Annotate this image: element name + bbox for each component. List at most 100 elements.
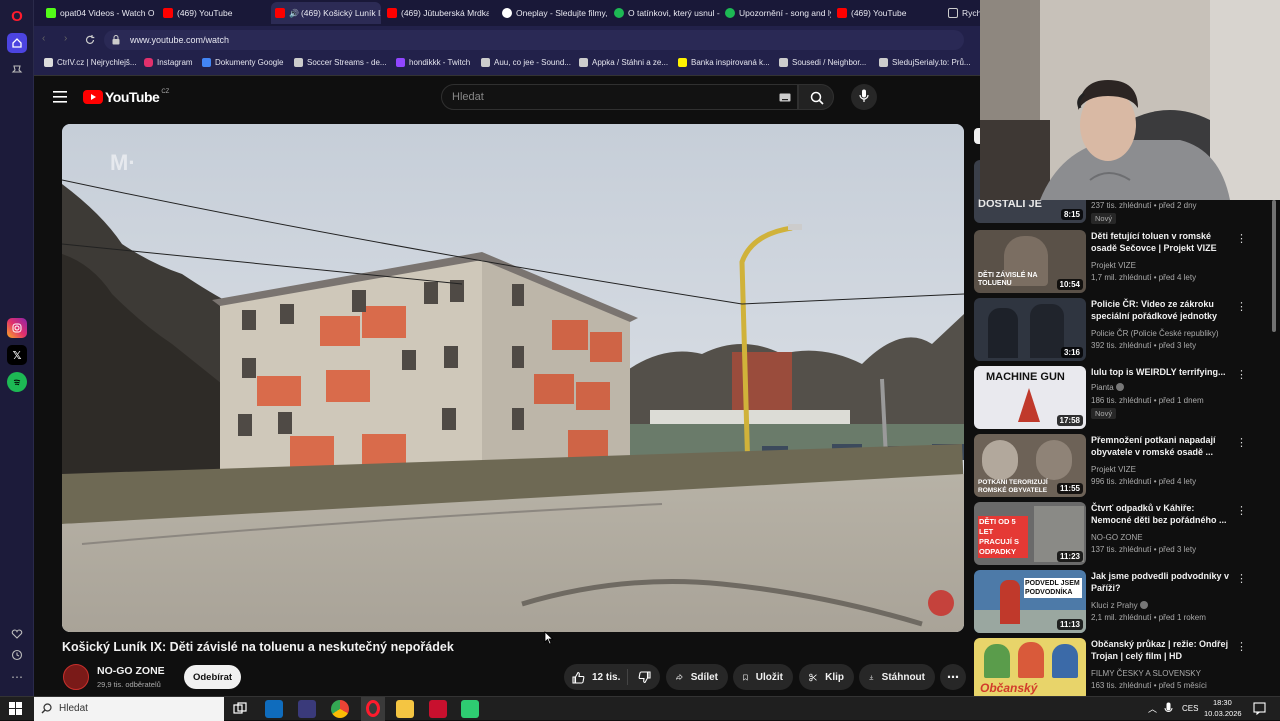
notifications-icon[interactable]: [1253, 702, 1266, 715]
video-title[interactable]: Děti fetující toluen v romské osadě Sečo…: [1091, 230, 1231, 254]
url-field[interactable]: www.youtube.com/watch: [104, 30, 964, 50]
search-input[interactable]: Hledat: [441, 84, 798, 110]
video-title[interactable]: Přemnožení potkani napadají obyvatele v …: [1091, 434, 1231, 458]
more-vertical-icon[interactable]: ⋮: [1236, 368, 1247, 381]
chrome-icon[interactable]: [331, 700, 349, 718]
tab[interactable]: opat04 Videos - Watch O: [42, 2, 157, 24]
recommendation-item[interactable]: DĚTI ZÁVISLÉ NA TOLUENU 10:54 Děti fetuj…: [974, 230, 1274, 294]
store-icon[interactable]: [298, 700, 316, 718]
more-vertical-icon[interactable]: ⋮: [1236, 572, 1247, 585]
channel-name[interactable]: NO-GO ZONE: [1091, 533, 1143, 542]
pin-icon[interactable]: [7, 60, 27, 80]
app-icon[interactable]: [429, 700, 447, 718]
video-thumbnail[interactable]: PODVEDL JSEM PODVODNÍKA 11:13: [974, 570, 1086, 633]
video-thumbnail[interactable]: 3:16: [974, 298, 1086, 361]
clock-date[interactable]: 10.03.2026: [1204, 709, 1242, 718]
bookmark[interactable]: Dokumenty Google: [202, 58, 283, 67]
tab[interactable]: Rych: [944, 2, 980, 24]
x-twitter-icon[interactable]: 𝕏: [7, 345, 27, 365]
video-thumbnail[interactable]: Občanský: [974, 638, 1086, 701]
save-button[interactable]: Uložit: [733, 664, 793, 690]
channel-name[interactable]: Projekt VIZE: [1091, 465, 1136, 474]
recommendation-item[interactable]: MACHINE GUN 17:58 lulu top is WEIRDLY te…: [974, 366, 1274, 430]
search-button[interactable]: [798, 84, 834, 110]
reload-icon[interactable]: [84, 34, 96, 46]
video-thumbnail[interactable]: DĚTI OD 5 LET PRACUJÍ S ODPADKY 11:23: [974, 502, 1086, 565]
more-vertical-icon[interactable]: ⋮: [1236, 504, 1247, 517]
spotify-icon[interactable]: [7, 372, 27, 392]
opera-logo-icon[interactable]: O: [7, 6, 27, 26]
recommendation-item[interactable]: POTKANI TERORIZUJÍ ROMSKÉ OBYVATELE 11:5…: [974, 434, 1274, 498]
task-view-icon[interactable]: [233, 702, 247, 716]
dislike-button[interactable]: [628, 670, 660, 684]
video-title[interactable]: Policie ČR: Video ze zákroku speciální p…: [1091, 298, 1231, 322]
share-button[interactable]: Sdílet: [666, 664, 728, 690]
more-actions-button[interactable]: ⋯: [940, 664, 966, 690]
video-title[interactable]: Občanský průkaz | režie: Ondřej Trojan |…: [1091, 638, 1231, 662]
channel-name[interactable]: Kluci z Prahy: [1091, 601, 1148, 610]
speaker-icon[interactable]: 🔊: [289, 9, 299, 18]
recommendation-item[interactable]: Občanský Občanský průkaz | režie: Ondřej…: [974, 638, 1274, 702]
video-thumbnail[interactable]: DĚTI ZÁVISLÉ NA TOLUENU 10:54: [974, 230, 1086, 293]
video-title[interactable]: lulu top is WEIRDLY terrifying...: [1091, 366, 1231, 378]
history-icon[interactable]: [7, 645, 27, 665]
opera-taskbar-button[interactable]: [361, 697, 385, 721]
scrollbar-thumb[interactable]: [1272, 200, 1276, 332]
more-vertical-icon[interactable]: ⋮: [1236, 232, 1247, 245]
channel-name[interactable]: FILMY ČESKY A SLOVENSKY: [1091, 669, 1201, 678]
taskbar-search-input[interactable]: Hledat: [34, 697, 224, 721]
channel-avatar[interactable]: [63, 664, 89, 690]
bookmark[interactable]: Instagram: [144, 58, 193, 67]
clip-button[interactable]: Klip: [799, 664, 854, 690]
voice-search-button[interactable]: [851, 84, 877, 110]
recommendation-item[interactable]: 3:16 Policie ČR: Video ze zákroku speciá…: [974, 298, 1274, 362]
bookmark[interactable]: Auu, co jee - Sound...: [481, 58, 571, 67]
video-player[interactable]: M·: [62, 124, 964, 632]
video-title[interactable]: Čtvrť odpadků v Káhiře: Nemocné děti bez…: [1091, 502, 1231, 526]
youtube-logo[interactable]: YouTube CZ: [83, 89, 169, 105]
tab-active[interactable]: 🔊 (469) Košický Luník IX: [271, 2, 381, 24]
language-indicator[interactable]: CES: [1182, 704, 1198, 713]
tab[interactable]: Upozornění - song and ly: [721, 2, 831, 24]
bookmark[interactable]: CtrlV.cz | Nejrychlejš...: [44, 58, 137, 67]
recommendation-item[interactable]: PODVEDL JSEM PODVODNÍKA 11:13 Jak jsme p…: [974, 570, 1274, 634]
home-icon[interactable]: [7, 33, 27, 53]
bookmark[interactable]: Sousedi / Neighbor...: [779, 58, 866, 67]
heart-icon[interactable]: [7, 624, 27, 644]
tab[interactable]: O tatínkovi, který usnul -: [610, 2, 720, 24]
bookmark[interactable]: SledujSerialy.to: Prů...: [879, 58, 971, 67]
channel-name[interactable]: Pianta: [1091, 383, 1124, 392]
like-button[interactable]: 12 tis.: [564, 669, 628, 685]
recommendation-item[interactable]: DĚTI OD 5 LET PRACUJÍ S ODPADKY 11:23 Čt…: [974, 502, 1274, 566]
tray-chevron-icon[interactable]: ︿: [1148, 702, 1157, 715]
channel-name[interactable]: NO-GO ZONE: [97, 665, 165, 677]
subscribe-button[interactable]: Odebírat: [184, 665, 241, 689]
bookmark[interactable]: Appka / Stáhni a ze...: [579, 58, 668, 67]
bookmark[interactable]: Soccer Streams - de...: [294, 58, 387, 67]
video-thumbnail[interactable]: POTKANI TERORIZUJÍ ROMSKÉ OBYVATELE 11:5…: [974, 434, 1086, 497]
menu-icon[interactable]: [53, 91, 67, 103]
microphone-tray-icon[interactable]: [1164, 702, 1173, 716]
channel-name[interactable]: Policie ČR (Policie České republiky): [1091, 329, 1219, 338]
windows-start-icon[interactable]: [9, 702, 22, 715]
forward-icon[interactable]: ›: [64, 33, 67, 44]
outlook-icon[interactable]: [265, 700, 283, 718]
instagram-icon[interactable]: [7, 318, 27, 338]
more-icon[interactable]: ⋯: [7, 667, 27, 687]
back-icon[interactable]: ‹: [42, 33, 45, 44]
keyboard-icon[interactable]: [779, 93, 791, 102]
video-title[interactable]: Jak jsme podvedli podvodníky v Paříži?: [1091, 570, 1231, 594]
clock-time[interactable]: 18:30: [1213, 698, 1232, 707]
bookmark[interactable]: Banka inspirovaná k...: [678, 58, 770, 67]
tab[interactable]: Oneplay - Sledujte filmy,: [498, 2, 608, 24]
more-vertical-icon[interactable]: ⋮: [1236, 640, 1247, 653]
app-icon-green[interactable]: [461, 700, 479, 718]
channel-name[interactable]: Projekt VIZE: [1091, 261, 1136, 270]
tab[interactable]: (469) YouTube: [833, 2, 938, 24]
more-vertical-icon[interactable]: ⋮: [1236, 300, 1247, 313]
tab[interactable]: (469) YouTube: [159, 2, 269, 24]
bookmark[interactable]: hondikkk - Twitch: [396, 58, 470, 67]
video-thumbnail[interactable]: MACHINE GUN 17:58: [974, 366, 1086, 429]
download-button[interactable]: Stáhnout: [859, 664, 935, 690]
tab[interactable]: (469) Jūtuberská Mrdka -: [383, 2, 489, 24]
